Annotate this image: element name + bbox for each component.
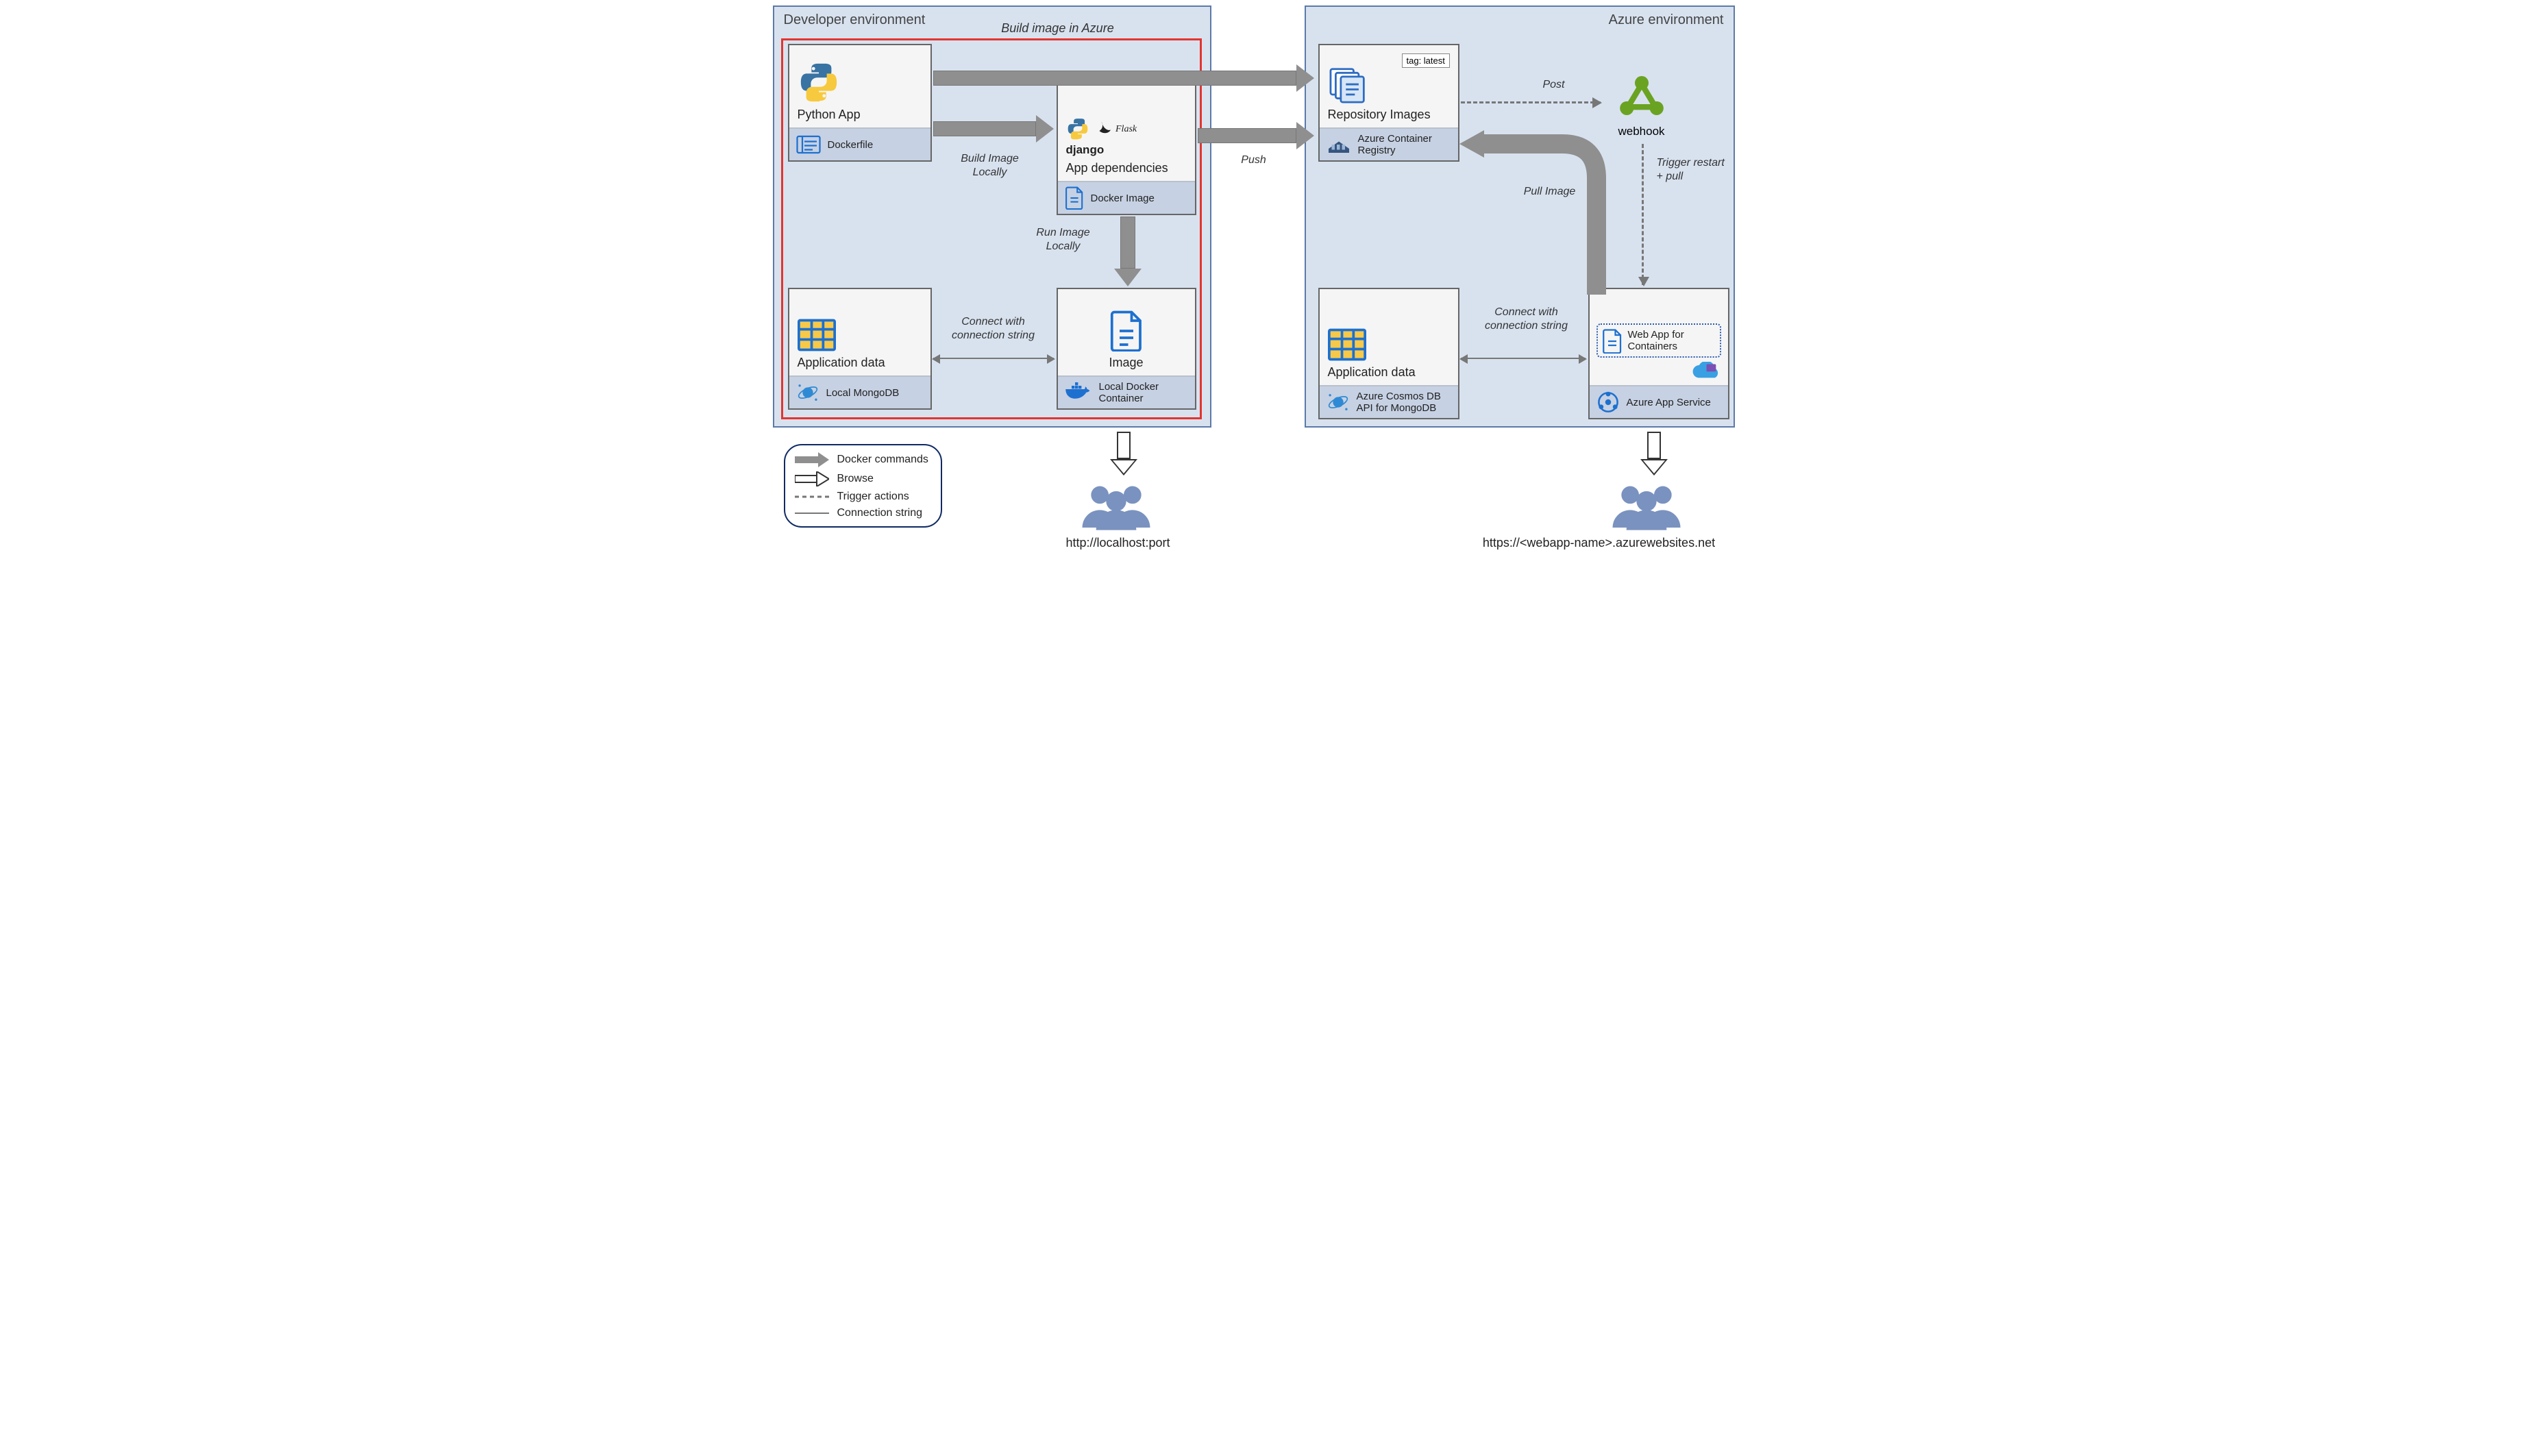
file-icon: [1602, 329, 1623, 354]
grid-icon: [1328, 328, 1366, 361]
label-post: Post: [1533, 78, 1575, 92]
app-dependencies-title: App dependencies: [1066, 161, 1168, 175]
repository-images-title: Repository Images: [1328, 108, 1431, 122]
arrow-browse-azure: [1640, 432, 1668, 476]
docker-icon: [1065, 382, 1092, 403]
python-app-card: Python App Dockerfile: [788, 44, 932, 162]
arrow-browse-local: [1110, 432, 1137, 476]
label-build-image-locally: Build Image Locally: [952, 152, 1028, 180]
webhook-label: webhook: [1613, 125, 1670, 138]
app-dependencies-card: Flask django App dependencies Docker Ima…: [1057, 84, 1196, 215]
application-data-local-card: Application data Local MongoDB: [788, 288, 932, 410]
application-data-azure-footer: Azure Cosmos DB API for MongoDB: [1357, 391, 1451, 414]
django-label: django: [1066, 143, 1105, 157]
arrow-build-image-locally: [933, 115, 1054, 143]
cosmos-icon: [796, 381, 819, 404]
url-local: http://localhost:port: [1050, 536, 1187, 550]
app-dependencies-footer: Docker Image: [1091, 193, 1155, 204]
application-data-azure-card: Application data Azure Cosmos DB API for…: [1318, 288, 1459, 419]
application-data-local-footer: Local MongoDB: [826, 387, 900, 399]
container-registry-icon: [1327, 134, 1351, 156]
web-app-inner-label: Web App for Containers: [1628, 329, 1684, 352]
arrow-pull-image: [1453, 123, 1610, 305]
tag-latest-box: tag: latest: [1402, 53, 1450, 68]
web-app-card: Web App for Containers Azure App Service: [1588, 288, 1729, 419]
grid-icon: [798, 319, 836, 351]
label-pull-image: Pull Image: [1522, 185, 1577, 199]
webhook-box: webhook: [1613, 73, 1670, 138]
users-local-icon: [1078, 480, 1154, 534]
arrow-post: [1461, 101, 1601, 103]
arrow-connect-azure: [1461, 358, 1586, 359]
python-icon: [1066, 117, 1089, 140]
arrow-build-image-in-azure: [933, 64, 1314, 92]
python-icon: [798, 61, 840, 103]
app-service-icon: [1596, 391, 1620, 414]
cosmos-icon: [1327, 391, 1350, 414]
url-azure: https://<webapp-name>.azurewebsites.net: [1462, 536, 1736, 550]
web-app-footer: Azure App Service: [1627, 397, 1711, 408]
label-connect-local: Connect with connection string: [936, 315, 1051, 343]
file-icon: [1109, 310, 1144, 351]
stacked-files-icon: [1328, 66, 1369, 103]
arrow-run-image-locally: [1114, 217, 1142, 286]
webhook-icon: [1613, 73, 1670, 122]
arrow-trigger-restart: [1642, 144, 1644, 285]
repository-images-footer: Azure Container Registry: [1358, 133, 1451, 156]
python-app-footer: Dockerfile: [828, 139, 874, 151]
web-app-inner-box: Web App for Containers: [1596, 323, 1721, 358]
label-trigger-restart: Trigger restart + pull: [1657, 156, 1725, 184]
label-run-image-locally: Run Image Locally: [1029, 226, 1098, 254]
cloud-icon: [1690, 362, 1721, 382]
blueprint-icon: [796, 134, 821, 155]
application-data-local-title: Application data: [798, 356, 885, 370]
flask-icon: Flask: [1096, 121, 1137, 137]
python-app-title: Python App: [798, 108, 861, 122]
image-local-title: Image: [1109, 356, 1143, 370]
arrow-connect-local: [933, 358, 1054, 359]
legend-connection-string: Connection string: [795, 507, 928, 519]
image-local-footer: Local Docker Container: [1099, 381, 1188, 404]
legend-browse: Browse: [795, 471, 928, 486]
users-azure-icon: [1609, 480, 1684, 534]
arrow-push: [1198, 122, 1314, 149]
flask-label: Flask: [1115, 124, 1137, 134]
label-build-image-in-azure: Build image in Azure: [989, 21, 1126, 36]
legend-box: Docker commands Browse Trigger actions C…: [784, 444, 942, 528]
azure-environment-title: Azure environment: [1316, 12, 1724, 28]
file-icon: [1065, 186, 1084, 210]
application-data-azure-title: Application data: [1328, 365, 1416, 380]
legend-trigger-actions: Trigger actions: [795, 491, 928, 503]
label-connect-azure: Connect with connection string: [1472, 306, 1581, 333]
label-push: Push: [1226, 153, 1281, 167]
image-local-card: Image Local Docker Container: [1057, 288, 1196, 410]
legend-docker-commands: Docker commands: [795, 452, 928, 467]
